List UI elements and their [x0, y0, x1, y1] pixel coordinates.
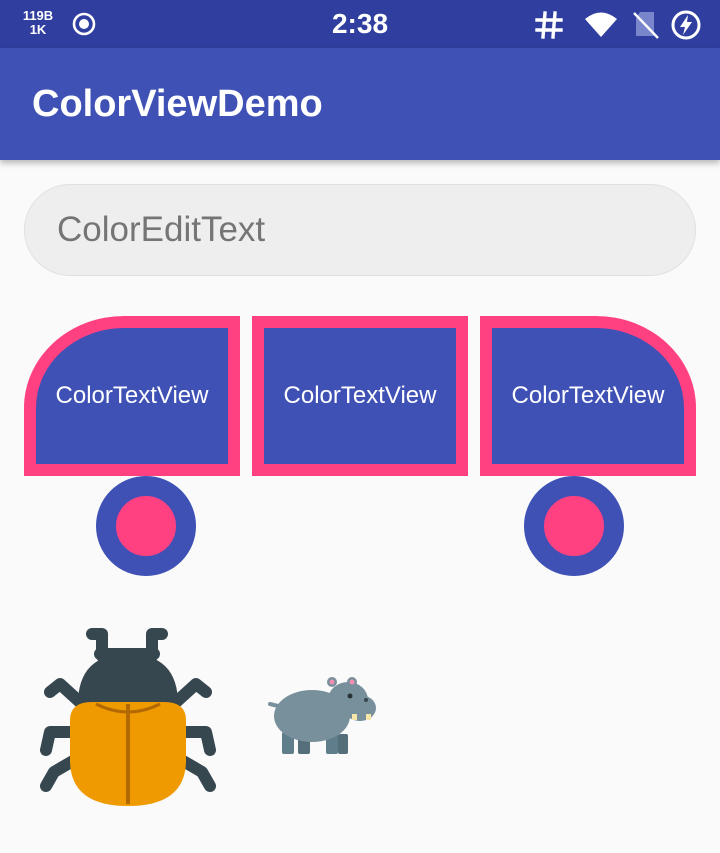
- no-sim-icon: [633, 12, 659, 39]
- app-bar: ColorViewDemo: [0, 48, 720, 160]
- network-speed-indicator: 119B 1K: [20, 9, 56, 37]
- color-text-view-left-label: ColorTextView: [55, 382, 209, 409]
- hashtag-icon: [535, 11, 563, 39]
- color-text-view-middle-label: ColorTextView: [283, 382, 437, 409]
- wheel-right[interactable]: [524, 476, 624, 576]
- color-text-view-right[interactable]: ColorTextView: [480, 316, 696, 476]
- wifi-icon: [585, 12, 617, 37]
- wheel-left[interactable]: [96, 476, 196, 576]
- battery-saver-icon: [671, 10, 701, 40]
- hippo-image: [268, 677, 376, 754]
- color-text-view-left[interactable]: ColorTextView: [24, 316, 240, 476]
- beetle-image: [40, 628, 216, 806]
- color-edit-text-input[interactable]: [24, 184, 696, 276]
- color-text-view-middle[interactable]: ColorTextView: [252, 316, 468, 476]
- network-speed-value: 119B: [22, 8, 54, 23]
- status-bar: 119B 1K 2:38: [0, 0, 720, 48]
- record-icon: [72, 12, 96, 36]
- network-speed-unit: 1K: [29, 22, 47, 37]
- color-text-view-right-label: ColorTextView: [511, 382, 665, 409]
- app-title: ColorViewDemo: [32, 83, 323, 125]
